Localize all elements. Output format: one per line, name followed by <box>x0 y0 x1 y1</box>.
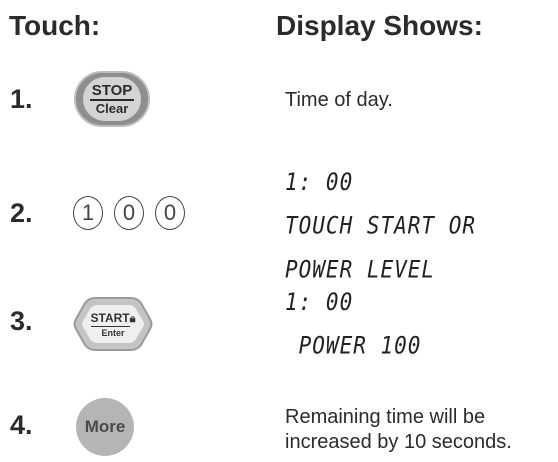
digit-1-button[interactable]: 1 <box>73 196 103 230</box>
more-label: More <box>84 417 126 436</box>
clear-label: Clear <box>95 100 129 116</box>
display-shows-header: Display Shows: <box>276 10 483 41</box>
step-4-display-text: Remaining time will be increased by 10 s… <box>285 405 512 455</box>
lcd-line: TOUCH START OR <box>285 211 477 240</box>
step-4-number: 4. <box>10 410 33 440</box>
display-line: Remaining time will be <box>285 406 486 428</box>
step-2-display: 1: 00 TOUCH START OR POWER LEVEL <box>285 160 476 291</box>
start-label: START <box>90 311 130 327</box>
digit-0-button[interactable]: 0 <box>114 196 144 230</box>
enter-label: Enter <box>101 328 125 338</box>
stop-clear-button-face: STOP Clear <box>83 77 141 121</box>
step-1-display-text: Time of day. <box>285 89 393 111</box>
lock-icon: 🔒︎ <box>129 313 136 325</box>
start-enter-button[interactable]: START🔒︎ Enter <box>73 294 153 354</box>
stop-clear-button[interactable]: STOP Clear <box>74 71 150 127</box>
touch-header: Touch: <box>9 10 101 41</box>
lcd-line: 1: 00 <box>285 288 354 316</box>
digit-0-button[interactable]: 0 <box>155 196 185 230</box>
display-line: increased by 10 seconds. <box>285 431 512 453</box>
start-label-wrap: START🔒︎ <box>73 311 153 327</box>
more-button[interactable]: More <box>76 398 134 456</box>
stop-label: STOP <box>89 81 135 101</box>
lcd-line: 1: 00 <box>285 168 354 196</box>
step-2-number: 2. <box>10 198 33 228</box>
step-1-number: 1. <box>10 84 33 114</box>
step-3-number: 3. <box>10 306 33 336</box>
lcd-line: POWER 100 <box>285 331 422 360</box>
step-3-display: 1: 00 POWER 100 <box>285 280 421 367</box>
